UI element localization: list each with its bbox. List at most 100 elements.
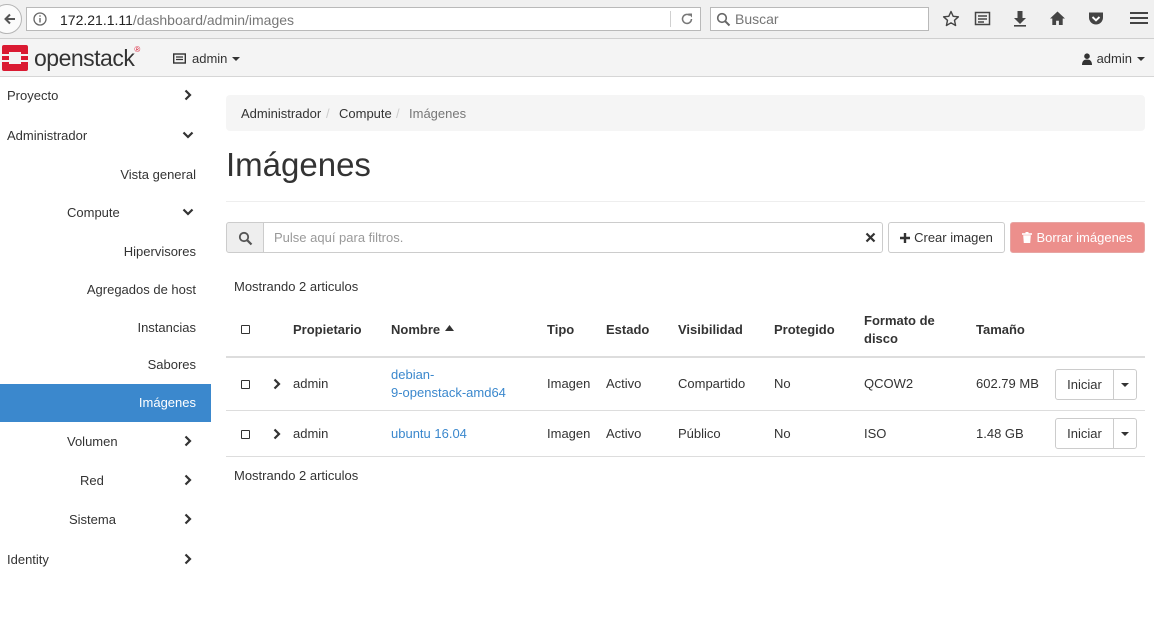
browser-search-box[interactable] [710, 7, 929, 31]
launch-button[interactable]: Iniciar [1055, 418, 1114, 449]
sidebar-item-red[interactable]: Red [0, 462, 211, 500]
cell-protected: No [774, 376, 791, 391]
items-count-top: Mostrando 2 articulos [234, 279, 359, 294]
caret-down-icon [1137, 56, 1145, 61]
sidebar-item-identity[interactable]: Identity [0, 541, 211, 579]
sidebar-item-sistema[interactable]: Sistema [0, 501, 211, 539]
sidebar-item-proyecto[interactable]: Proyecto [0, 77, 211, 115]
sidebar-item-hipervisores[interactable]: Hipervisores [0, 233, 211, 271]
column-header-tamano[interactable]: Tamaño [976, 321, 1025, 339]
sidebar-item-agregados-de-host[interactable]: Agregados de host [0, 271, 211, 309]
cell-status: Activo [606, 376, 642, 391]
filter-search-button[interactable] [226, 222, 264, 253]
breadcrumb-separator: / [326, 106, 330, 121]
chevron-right-icon [184, 89, 192, 101]
cell-disk-format: ISO [864, 426, 887, 441]
cell-disk-format: QCOW2 [864, 376, 914, 391]
caret-down-icon [232, 56, 241, 61]
back-button[interactable] [0, 4, 22, 34]
clear-filter-icon[interactable] [865, 232, 876, 243]
caret-down-icon [1121, 432, 1129, 436]
downloads-icon[interactable] [1012, 10, 1028, 27]
cell-owner: admin [293, 376, 329, 391]
sidebar-item-label: Volumen [67, 434, 118, 449]
title-divider [226, 201, 1145, 202]
search-icon [238, 231, 253, 246]
cell-size: 1.48 GB [976, 426, 1024, 441]
sidebar-item-label: Red [80, 473, 104, 488]
user-icon [1081, 52, 1092, 65]
cell-type: Imagen [547, 426, 591, 441]
row-checkbox[interactable] [241, 430, 250, 439]
caret-down-icon [1121, 383, 1129, 387]
sidebar-item-vista-general[interactable]: Vista general [0, 156, 211, 194]
reload-icon[interactable] [680, 12, 694, 26]
column-header-formato-de-disco[interactable]: Formato de disco [864, 312, 954, 348]
url-separator [670, 11, 671, 27]
image-name-link[interactable]: ubuntu 16.04 [391, 425, 467, 443]
filter-input[interactable] [263, 222, 883, 253]
row-checkbox[interactable] [241, 380, 250, 389]
browser-toolbar: 172.21.1.11/dashboard/admin/images [0, 0, 1154, 39]
column-header-protegido[interactable]: Protegido [774, 321, 835, 339]
delete-images-label: Borrar imágenes [1036, 230, 1133, 245]
row-divider [226, 456, 1145, 457]
user-menu[interactable]: admin [1081, 51, 1145, 66]
reading-list-icon[interactable] [974, 10, 991, 27]
sidebar-item-instancias[interactable]: Instancias [0, 309, 211, 347]
breadcrumb: Administrador / Compute / Imágenes [226, 95, 1145, 131]
app-header: openstack ® admin admin [0, 39, 1154, 77]
back-arrow-icon [4, 13, 15, 25]
column-header-tipo[interactable]: Tipo [547, 321, 574, 339]
home-icon[interactable] [1049, 10, 1066, 27]
sort-ascending-icon [445, 325, 455, 331]
cell-visibility: Público [678, 426, 721, 441]
pocket-icon[interactable] [1087, 10, 1105, 27]
sidebar-item-label: Compute [67, 205, 120, 220]
cell-size: 602.79 MB [976, 376, 1039, 391]
trash-icon [1022, 232, 1033, 243]
cell-owner: admin [293, 426, 329, 441]
chevron-down-icon [182, 131, 194, 139]
cell-protected: No [774, 426, 791, 441]
column-header-nombre[interactable]: Nombre [391, 321, 455, 339]
launch-button[interactable]: Iniciar [1055, 369, 1114, 400]
bookmark-star-icon[interactable] [942, 10, 960, 28]
project-switcher[interactable]: admin [173, 51, 241, 66]
row-actions: Iniciar [1055, 369, 1137, 400]
column-header-propietario[interactable]: Propietario [293, 321, 362, 339]
sidebar-item-label: Agregados de host [86, 282, 196, 297]
info-icon[interactable] [33, 12, 47, 26]
sidebar-item-label: Sabores [147, 357, 196, 372]
image-name-line: 9-openstack-amd64 [391, 385, 506, 400]
sidebar-item-label: Instancias [137, 320, 196, 335]
cell-type: Imagen [547, 376, 591, 391]
sidebar-item-label: Sistema [69, 512, 116, 527]
chevron-right-icon[interactable] [273, 378, 282, 390]
chevron-right-icon [184, 513, 192, 525]
create-image-button[interactable]: Crear imagen [888, 222, 1005, 253]
address-bar[interactable]: 172.21.1.11/dashboard/admin/images [26, 7, 701, 31]
breadcrumb-item-compute[interactable]: Compute [339, 106, 392, 121]
menu-icon[interactable] [1130, 10, 1148, 26]
browser-search-input[interactable] [735, 10, 920, 28]
sidebar-item-label: Imágenes [138, 395, 196, 410]
sidebar-item-administrador[interactable]: Administrador [0, 117, 211, 155]
row-actions-dropdown[interactable] [1113, 369, 1137, 400]
sidebar-item-imagenes[interactable]: Imágenes [0, 384, 211, 422]
breadcrumb-item-imagenes: Imágenes [409, 106, 467, 121]
breadcrumb-item-administrador[interactable]: Administrador [241, 106, 321, 121]
chevron-right-icon[interactable] [273, 428, 282, 440]
sidebar: Proyecto Administrador Vista general Com… [0, 77, 211, 618]
column-header-estado[interactable]: Estado [606, 321, 649, 339]
row-actions-dropdown[interactable] [1113, 418, 1137, 449]
sidebar-item-compute[interactable]: Compute [0, 194, 211, 232]
sidebar-item-volumen[interactable]: Volumen [0, 423, 211, 461]
column-header-visibilidad[interactable]: Visibilidad [678, 321, 743, 339]
cell-status: Activo [606, 426, 642, 441]
sidebar-item-sabores[interactable]: Sabores [0, 346, 211, 384]
row-actions: Iniciar [1055, 418, 1137, 449]
openstack-logo[interactable]: openstack ® [1, 44, 140, 72]
image-name-link[interactable]: debian- 9-openstack-amd64 [391, 366, 506, 402]
select-all-checkbox[interactable] [241, 325, 250, 334]
